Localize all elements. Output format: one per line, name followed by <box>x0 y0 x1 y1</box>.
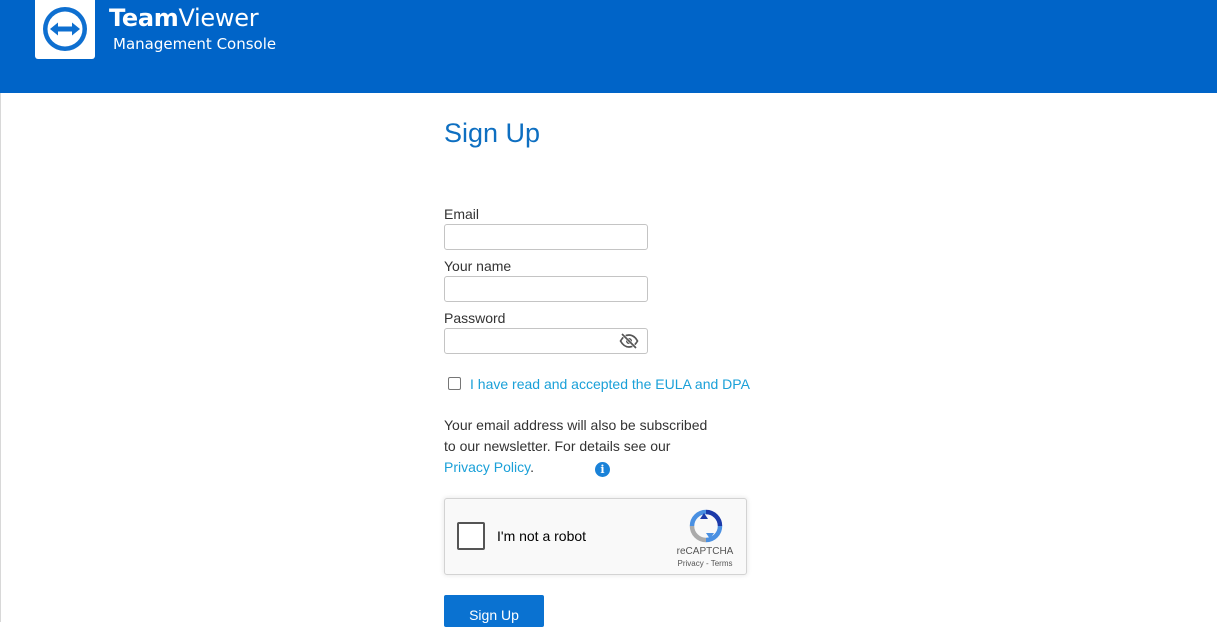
privacy-policy-link[interactable]: Privacy Policy <box>444 459 530 475</box>
sign-up-button[interactable]: Sign Up <box>444 595 544 627</box>
email-field[interactable] <box>444 224 648 250</box>
newsletter-text: Your email address will also be subscrib… <box>444 417 708 454</box>
page-title: Sign Up <box>444 118 541 148</box>
recaptcha-links: Privacy - Terms <box>669 559 741 568</box>
recaptcha-checkbox[interactable] <box>457 522 485 550</box>
name-field[interactable] <box>444 276 648 302</box>
app-header: TeamViewer Management Console <box>0 0 1217 93</box>
name-label: Your name <box>444 258 512 274</box>
teamviewer-logo-icon[interactable] <box>35 0 95 59</box>
eula-link[interactable]: I have read and accepted the EULA and DP… <box>470 376 750 392</box>
newsletter-period: . <box>530 459 534 475</box>
password-label: Password <box>444 310 506 326</box>
recaptcha-terms-link[interactable]: Terms <box>711 559 733 568</box>
password-field[interactable] <box>444 328 648 354</box>
recaptcha-brand: reCAPTCHA <box>676 546 734 557</box>
recaptcha-privacy-link[interactable]: Privacy <box>678 559 704 568</box>
recaptcha-logo-icon <box>688 509 724 543</box>
recaptcha-widget: I'm not a robot reCAPTCHA Privacy - Term… <box>444 498 747 575</box>
newsletter-notice: Your email address will also be subscrib… <box>444 415 714 478</box>
recaptcha-link-separator: - <box>703 559 711 568</box>
email-label: Email <box>444 206 480 222</box>
eula-checkbox[interactable] <box>448 377 461 390</box>
info-icon[interactable]: i <box>595 462 610 477</box>
recaptcha-label: I'm not a robot <box>497 528 587 544</box>
brand-name: TeamViewer <box>109 4 259 32</box>
brand-subtitle: Management Console <box>113 35 277 53</box>
eye-slash-icon[interactable] <box>619 332 639 350</box>
